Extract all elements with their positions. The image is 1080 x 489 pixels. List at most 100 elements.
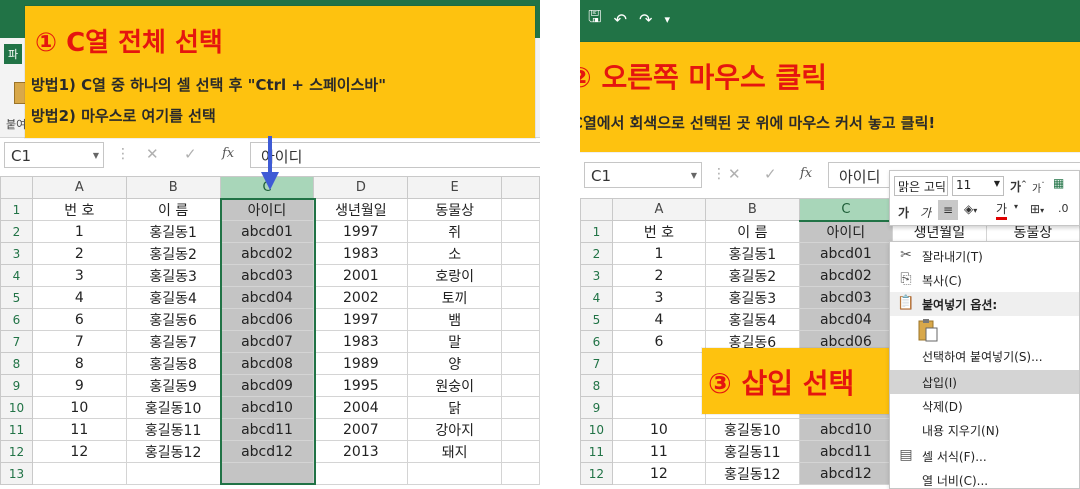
format-icon[interactable]: ▦ (1053, 176, 1064, 190)
cell[interactable]: 12 (611, 462, 707, 485)
menu-item-paste-special[interactable]: 선택하여 붙여넣기(S)... (890, 344, 1079, 368)
cell[interactable] (407, 462, 503, 485)
cell[interactable]: 토끼 (407, 286, 503, 309)
decimal-icon[interactable]: .0 (1058, 202, 1069, 215)
insert-function-icon[interactable]: fx (800, 166, 812, 181)
cell[interactable]: 이 름 (125, 198, 221, 221)
cell[interactable]: 9 (31, 374, 127, 397)
menu-item-column-width[interactable]: 열 너비(C)... (890, 468, 1079, 489)
font-color-button[interactable]: 가 (996, 202, 1008, 220)
cell[interactable]: 3 (611, 286, 707, 309)
row-header[interactable]: 11 (0, 418, 33, 441)
row-header[interactable]: 10 (580, 418, 613, 441)
column-header[interactable]: A (611, 198, 707, 221)
chevron-down-icon[interactable]: ▼ (93, 151, 99, 160)
cell[interactable]: 호랑이 (407, 264, 503, 287)
cell[interactable]: 2007 (313, 418, 409, 441)
cell[interactable] (611, 352, 707, 375)
cell[interactable]: 1997 (313, 220, 409, 243)
cell[interactable]: 11 (611, 440, 707, 463)
cell[interactable]: 1995 (313, 374, 409, 397)
row-header[interactable]: 8 (0, 352, 33, 375)
cell[interactable]: 10 (611, 418, 707, 441)
row-header[interactable]: 4 (0, 264, 33, 287)
cell[interactable]: 원숭이 (407, 374, 503, 397)
select-all-corner[interactable] (0, 176, 33, 199)
shrink-font-button[interactable]: 가ˇ (1032, 180, 1045, 195)
grow-font-button[interactable]: 가^ (1010, 178, 1027, 195)
row-header[interactable]: 7 (580, 352, 613, 375)
row-header[interactable]: 1 (580, 220, 613, 243)
cell[interactable]: 홍길동3 (125, 264, 221, 287)
cell[interactable]: 홍길동10 (705, 418, 800, 441)
column-header[interactable]: B (705, 198, 800, 221)
cell[interactable] (31, 462, 127, 485)
cell[interactable]: 홍길동11 (125, 418, 221, 441)
select-all-corner[interactable] (580, 198, 613, 221)
cell[interactable]: 번 호 (611, 220, 707, 243)
cell[interactable] (501, 418, 540, 441)
row-header[interactable]: 5 (580, 308, 613, 331)
cell[interactable]: 홍길동4 (125, 286, 221, 309)
row-header[interactable]: 1 (0, 198, 33, 221)
cell[interactable]: abcd10 (798, 418, 894, 441)
row-header[interactable]: 8 (580, 374, 613, 397)
align-icon[interactable]: ≡ (938, 200, 958, 220)
chevron-down-icon[interactable]: ▼ (994, 179, 1000, 188)
cell[interactable]: 2004 (313, 396, 409, 419)
font-name-select[interactable]: 맑은 고딕 (894, 176, 948, 196)
save-icon[interactable]: 🖫 (588, 6, 602, 33)
paste-large-icon[interactable] (918, 318, 938, 342)
cell[interactable]: 강아지 (407, 418, 503, 441)
menu-item-cut[interactable]: ✂ 잘라내기(T) (890, 244, 1079, 268)
cell[interactable]: 쥐 (407, 220, 503, 243)
row-header[interactable]: 5 (0, 286, 33, 309)
cell[interactable]: 2002 (313, 286, 409, 309)
cell[interactable]: 홍길동7 (125, 330, 221, 353)
menu-item-delete[interactable]: 삭제(D) (890, 394, 1079, 418)
paste-label[interactable]: 붙여 (6, 116, 26, 132)
cell[interactable] (501, 286, 540, 309)
cell[interactable]: 홍길동1 (125, 220, 221, 243)
column-header[interactable]: B (125, 176, 221, 199)
cell[interactable]: 닭 (407, 396, 503, 419)
cell[interactable] (501, 396, 540, 419)
cell[interactable]: 홍길동6 (125, 308, 221, 331)
cell[interactable]: 동물상 (407, 198, 503, 221)
bold-button[interactable]: 가 (898, 204, 909, 221)
row-header[interactable]: 12 (0, 440, 33, 463)
cell[interactable] (611, 396, 707, 419)
cell[interactable]: 3 (31, 264, 127, 287)
cell[interactable] (611, 374, 707, 397)
cell[interactable]: 아이디 (219, 198, 315, 221)
cell[interactable] (501, 264, 540, 287)
cell[interactable]: abcd11 (798, 440, 894, 463)
column-header[interactable]: C (798, 198, 894, 222)
cell[interactable]: 2 (31, 242, 127, 265)
cell[interactable]: abcd02 (219, 242, 315, 265)
column-header[interactable]: D (313, 176, 409, 199)
name-box-right[interactable]: C1 ▼ (584, 162, 702, 188)
cell[interactable]: 이 름 (705, 220, 800, 243)
row-header[interactable]: 13 (0, 462, 33, 485)
cell[interactable] (501, 330, 540, 353)
row-header[interactable]: 4 (580, 286, 613, 309)
cell[interactable] (501, 352, 540, 375)
formula-input[interactable]: 아이디 (250, 142, 540, 168)
borders-icon[interactable]: ⊞▾ (1030, 202, 1044, 216)
cell[interactable]: abcd03 (219, 264, 315, 287)
row-header[interactable]: 9 (0, 374, 33, 397)
cell[interactable]: abcd02 (798, 264, 894, 287)
cell[interactable]: abcd04 (798, 308, 894, 331)
cell[interactable]: abcd04 (219, 286, 315, 309)
cell[interactable]: 홍길동8 (125, 352, 221, 375)
cell[interactable]: 6 (31, 308, 127, 331)
column-header[interactable] (501, 176, 540, 199)
cell[interactable]: 소 (407, 242, 503, 265)
cell[interactable]: abcd12 (219, 440, 315, 463)
cell[interactable]: 6 (611, 330, 707, 353)
customize-icon[interactable]: ▾ (664, 13, 670, 26)
cell[interactable]: 돼지 (407, 440, 503, 463)
cell[interactable] (501, 198, 540, 221)
enter-icon[interactable]: ✓ (764, 165, 777, 183)
